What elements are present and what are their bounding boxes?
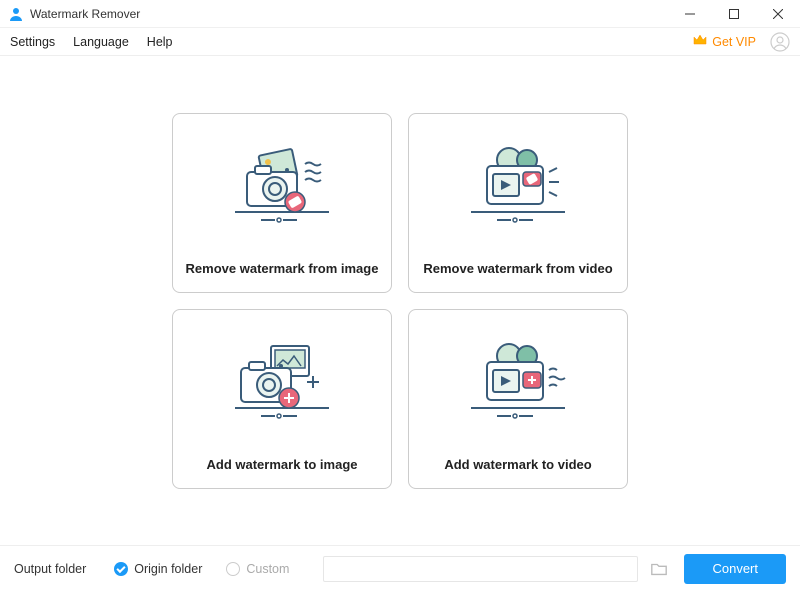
menu-help[interactable]: Help (147, 35, 173, 49)
menu-language[interactable]: Language (73, 35, 129, 49)
convert-button-label: Convert (712, 561, 758, 576)
add-image-illustration-icon (173, 310, 391, 457)
titlebar: Watermark Remover (0, 0, 800, 28)
action-grid: Remove watermark from image (172, 113, 628, 489)
radio-dot-icon (226, 562, 240, 576)
minimize-button[interactable] (668, 0, 712, 27)
output-folder-label: Output folder (14, 562, 86, 576)
window-title: Watermark Remover (30, 7, 668, 21)
card-label: Add watermark to video (444, 457, 591, 472)
card-add-watermark-video[interactable]: Add watermark to video (408, 309, 628, 489)
get-vip-button[interactable]: Get VIP (692, 32, 756, 51)
close-button[interactable] (756, 0, 800, 27)
profile-icon[interactable] (770, 32, 790, 52)
output-folder-radio-group: Origin folder Custom (114, 562, 313, 576)
radio-origin-folder[interactable]: Origin folder (114, 562, 202, 576)
bottom-bar: Output folder Origin folder Custom Conve… (0, 545, 800, 591)
card-remove-watermark-video[interactable]: Remove watermark from video (408, 113, 628, 293)
add-video-illustration-icon (409, 310, 627, 457)
browse-folder-button[interactable] (648, 558, 670, 580)
radio-label: Custom (246, 562, 289, 576)
crown-icon (692, 32, 712, 51)
card-label: Remove watermark from video (423, 261, 612, 276)
menubar: Settings Language Help Get VIP (0, 28, 800, 56)
radio-label: Origin folder (134, 562, 202, 576)
convert-button[interactable]: Convert (684, 554, 786, 584)
output-path-input[interactable] (323, 556, 638, 582)
card-label: Add watermark to image (207, 457, 358, 472)
remove-image-illustration-icon (173, 114, 391, 261)
get-vip-label: Get VIP (712, 35, 756, 49)
maximize-button[interactable] (712, 0, 756, 27)
window-controls (668, 0, 800, 27)
app-logo-icon (8, 6, 24, 22)
card-remove-watermark-image[interactable]: Remove watermark from image (172, 113, 392, 293)
card-label: Remove watermark from image (186, 261, 379, 276)
menu-settings[interactable]: Settings (10, 35, 55, 49)
card-add-watermark-image[interactable]: Add watermark to image (172, 309, 392, 489)
radio-custom[interactable]: Custom (226, 562, 289, 576)
radio-check-icon (114, 562, 128, 576)
remove-video-illustration-icon (409, 114, 627, 261)
main-area: Remove watermark from image (0, 56, 800, 545)
